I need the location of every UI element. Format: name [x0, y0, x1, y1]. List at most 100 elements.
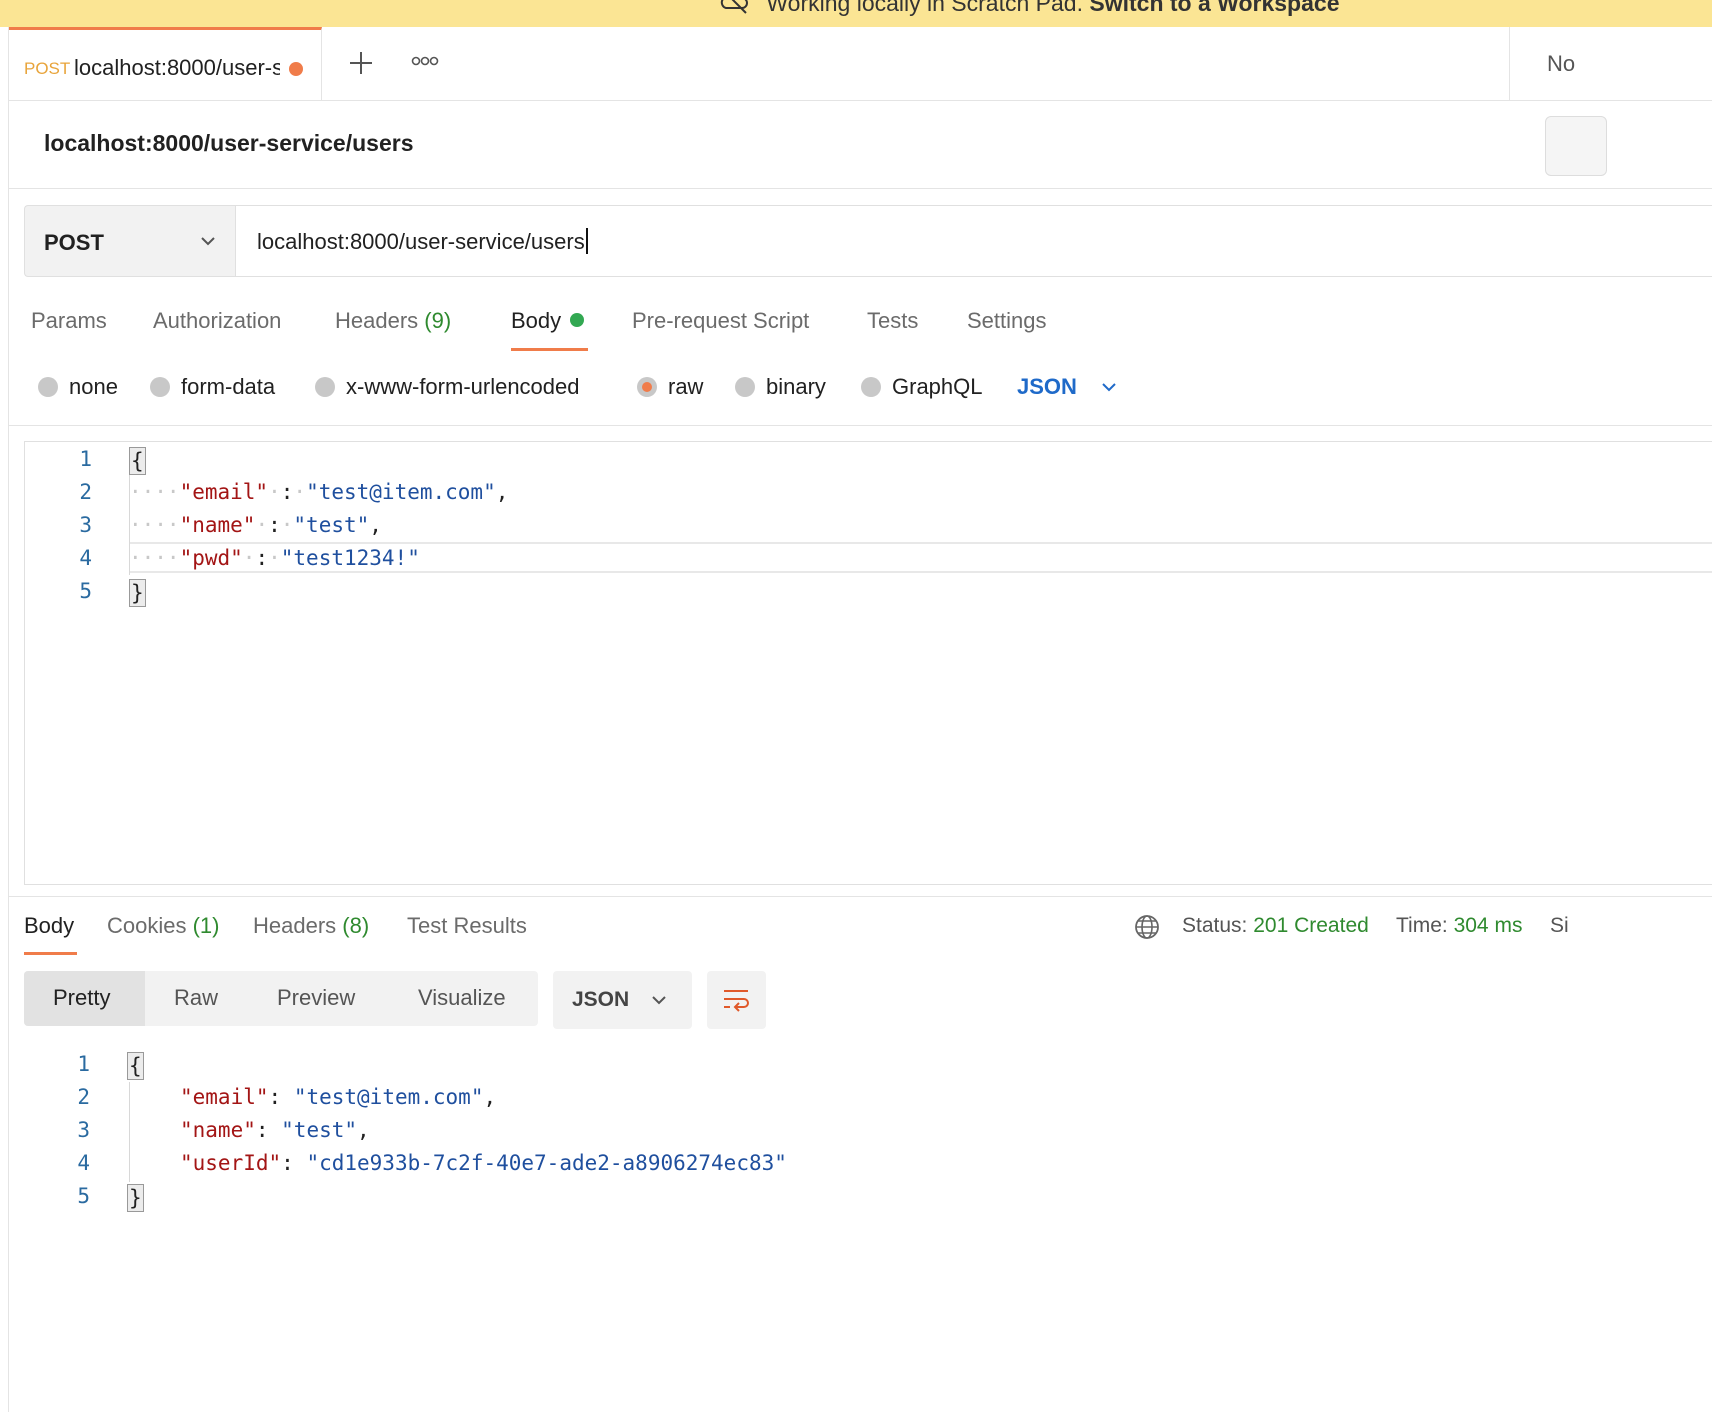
url-input[interactable]: localhost:8000/user-service/users: [235, 205, 1712, 277]
request-tab[interactable]: POST localhost:8000/user-service/users: [9, 27, 322, 100]
divider: [9, 896, 1712, 897]
radio-none[interactable]: none: [38, 374, 118, 402]
radio-form-data[interactable]: form-data: [150, 374, 275, 402]
line-number: 1: [79, 447, 92, 471]
tab-label: Authorization: [153, 308, 282, 333]
response-tab-body[interactable]: Body: [24, 913, 74, 939]
view-raw-button[interactable]: Raw: [174, 985, 218, 1011]
radio-circle: [315, 377, 335, 397]
json-comma: ,: [495, 480, 509, 504]
radio-circle: [150, 377, 170, 397]
radio-label: none: [69, 374, 118, 399]
line-number: 2: [77, 1085, 90, 1109]
radio-label: GraphQL: [892, 374, 983, 399]
request-body-editor[interactable]: [24, 441, 1712, 885]
response-format-dropdown[interactable]: JSON: [553, 971, 692, 1029]
unsaved-dot-icon: [289, 62, 303, 76]
json-key: "email": [180, 1085, 269, 1109]
environment-selector[interactable]: No: [1547, 51, 1575, 77]
radio-label: raw: [668, 374, 704, 399]
globe-icon[interactable]: [1133, 913, 1161, 941]
json-value: "test@item.com": [306, 480, 496, 504]
line-number: 2: [79, 480, 92, 504]
radio-label: x-www-form-urlencoded: [346, 374, 580, 399]
code-line: "email": "test@item.com",: [180, 1085, 497, 1109]
json-value: "cd1e933b-7c2f-40e7-ade2-a8906274ec83": [306, 1151, 787, 1175]
radio-raw[interactable]: raw: [637, 374, 703, 402]
response-tab-cookies[interactable]: Cookies (1): [107, 913, 220, 939]
method-label: POST: [44, 230, 104, 255]
status-value: 201 Created: [1253, 914, 1369, 937]
json-key: "email": [179, 480, 269, 504]
left-border: [8, 27, 9, 1412]
response-time[interactable]: Time: 304 ms: [1396, 914, 1522, 938]
line-number: 1: [77, 1052, 90, 1076]
banner-text: Working locally in Scratch Pad.: [766, 0, 1083, 16]
tab-params[interactable]: Params: [31, 308, 107, 334]
json-key: "userId": [180, 1151, 282, 1175]
more-horizontal-icon[interactable]: [411, 54, 439, 68]
response-tab-test-results[interactable]: Test Results: [407, 913, 527, 939]
code-line: ····"email"·:·"test@item.com",: [129, 480, 509, 504]
chevron-down-icon: [652, 996, 666, 1005]
json-key: "name": [180, 1118, 256, 1142]
tab-label: Body: [511, 308, 562, 333]
code-line: {: [129, 447, 146, 475]
view-preview-button[interactable]: Preview: [277, 985, 355, 1011]
response-status[interactable]: Status: 201 Created: [1182, 914, 1369, 938]
tab-authorization[interactable]: Authorization: [153, 308, 281, 334]
banner-content: Working locally in Scratch Pad. Switch t…: [720, 0, 1339, 17]
tab-label: Body: [24, 913, 75, 938]
response-tab-headers[interactable]: Headers (8): [253, 913, 369, 939]
line-number: 3: [77, 1118, 90, 1142]
line-number: 4: [77, 1151, 90, 1175]
method-dropdown[interactable]: POST: [24, 205, 235, 277]
code-line: {: [127, 1052, 144, 1080]
tab-tests[interactable]: Tests: [867, 308, 918, 334]
brace-close: }: [129, 579, 146, 607]
body-indicator-icon: [570, 313, 585, 327]
tab-bar-divider: [1509, 27, 1510, 100]
tab-headers[interactable]: Headers (9): [335, 308, 451, 334]
url-text: localhost:8000/user-service/users: [257, 229, 585, 254]
radio-label: binary: [766, 374, 826, 399]
json-comma: ,: [357, 1118, 370, 1142]
active-tab-underline: [24, 952, 77, 955]
tab-title: localhost:8000/user-service/users: [74, 55, 280, 80]
tab-settings[interactable]: Settings: [967, 308, 1047, 334]
radio-circle: [735, 377, 755, 397]
tab-pre-request-script[interactable]: Pre-request Script: [632, 308, 809, 334]
time-value: 304 ms: [1453, 914, 1523, 937]
json-value: "test1234!": [280, 546, 420, 570]
divider: [9, 425, 1712, 426]
json-comma: ,: [369, 513, 382, 537]
radio-x-www-form-urlencoded[interactable]: x-www-form-urlencoded: [315, 374, 580, 402]
brace-close: }: [127, 1184, 144, 1212]
view-visualize-button[interactable]: Visualize: [418, 985, 506, 1011]
chevron-down-icon[interactable]: [1100, 378, 1118, 396]
radio-circle-selected: [637, 377, 657, 397]
response-size[interactable]: Si: [1550, 914, 1569, 938]
format-label: JSON: [572, 988, 630, 1011]
plus-icon[interactable]: [347, 49, 375, 77]
radio-binary[interactable]: binary: [735, 374, 826, 402]
view-pretty-button[interactable]: Pretty: [53, 985, 110, 1011]
request-name[interactable]: localhost:8000/user-service/users: [44, 130, 413, 157]
tab-body[interactable]: Body: [511, 308, 585, 334]
line-number: 4: [79, 546, 92, 570]
radio-circle: [38, 377, 58, 397]
radio-graphql[interactable]: GraphQL: [861, 374, 983, 402]
code-line: ····"name"·:·"test",: [129, 513, 382, 537]
code-line: }: [129, 579, 146, 607]
brace-open: {: [127, 1052, 144, 1080]
save-button[interactable]: [1545, 116, 1607, 176]
body-language-select[interactable]: JSON: [1017, 374, 1077, 400]
tab-label: Test Results: [407, 913, 527, 938]
switch-workspace-link[interactable]: Switch to a Workspace: [1089, 0, 1339, 16]
divider: [9, 188, 1712, 189]
wrap-lines-button[interactable]: [707, 971, 766, 1029]
json-value: "test": [293, 513, 370, 537]
tab-method-label: POST: [24, 59, 71, 78]
code-line: "userId": "cd1e933b-7c2f-40e7-ade2-a8906…: [180, 1151, 787, 1175]
chevron-down-icon: [201, 237, 215, 246]
